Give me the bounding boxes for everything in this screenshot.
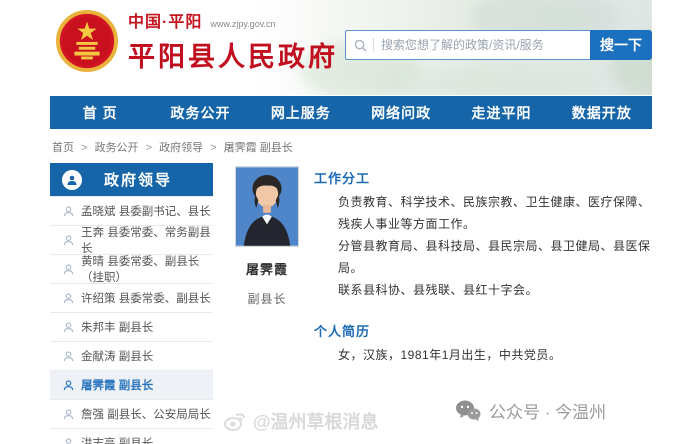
duties-paragraph: 分管县教育局、县科技局、县民宗局、县卫健局、县医保局。: [314, 235, 652, 279]
sidebar-item-label: 洪志亮 副县长: [81, 435, 153, 444]
section-heading-resume: 个人简历: [314, 321, 652, 340]
content: 政府领导 孟晓斌 县委副书记、县长 王奔 县委常委、常务副县长 黄晴 县委常委、…: [50, 163, 652, 444]
sidebar-item-label: 金献涛 副县长: [81, 348, 153, 364]
breadcrumb-current: 屠霁霞 副县长: [224, 142, 293, 154]
search-box: [345, 30, 590, 60]
photo-column: 屠霁霞 副县长: [235, 166, 299, 366]
search-input[interactable]: [381, 38, 582, 52]
duties-paragraph: 负责教育、科学技术、民族宗教、卫生健康、医疗保障、残疾人事业等方面工作。: [314, 191, 652, 235]
person-icon: [63, 206, 74, 217]
breadcrumb-separator: >: [146, 142, 152, 154]
nav-item-home[interactable]: 首 页: [50, 103, 150, 123]
site-branding: 中国·平阳 www.zjpy.gov.cn 平阳县人民政府: [56, 8, 338, 74]
nav-item-about-pingyang[interactable]: 走进平阳: [451, 103, 551, 123]
person-icon: [63, 380, 74, 391]
resume-paragraph: 女，汉族，1981年1月出生，中共党员。: [314, 344, 652, 366]
site-url: www.zjpy.gov.cn: [210, 19, 275, 29]
site-title: 平阳县人民政府: [128, 35, 338, 74]
profile-main: 屠霁霞 副县长 工作分工 负责教育、科学技术、民族宗教、卫生健康、医疗保障、残疾…: [213, 163, 652, 366]
main-nav: 首 页 政务公开 网上服务 网络问政 走进平阳 数据开放: [50, 96, 652, 129]
nav-item-gov-info[interactable]: 政务公开: [150, 103, 250, 123]
nav-item-online-service[interactable]: 网上服务: [251, 103, 351, 123]
breadcrumb-separator: >: [81, 142, 87, 154]
nav-item-open-data[interactable]: 数据开放: [552, 103, 652, 123]
breadcrumb-gov-info[interactable]: 政务公开: [95, 142, 139, 154]
sidebar-item-leader[interactable]: 孟晓斌 县委副书记、县长: [50, 196, 213, 225]
sidebar-item-leader-current[interactable]: 屠霁霞 副县长: [50, 370, 213, 399]
sidebar-header: 政府领导: [50, 163, 213, 196]
profile-info: 工作分工 负责教育、科学技术、民族宗教、卫生健康、医疗保障、残疾人事业等方面工作…: [314, 166, 652, 366]
sidebar-item-leader[interactable]: 洪志亮 副县长: [50, 428, 213, 444]
leader-name: 屠霁霞: [235, 259, 299, 278]
sidebar-item-leader[interactable]: 朱邦丰 副县长: [50, 312, 213, 341]
person-icon: [63, 351, 74, 362]
sidebar-item-label: 黄晴 县委常委、副县长（挂职）: [81, 253, 213, 285]
breadcrumb-separator: >: [210, 142, 216, 154]
sidebar-item-label: 朱邦丰 副县长: [81, 319, 153, 335]
sidebar-item-leader[interactable]: 许绍策 县委常委、副县长: [50, 283, 213, 312]
person-icon: [63, 409, 74, 420]
sidebar-gov-leaders: 政府领导 孟晓斌 县委副书记、县长 王奔 县委常委、常务副县长 黄晴 县委常委、…: [50, 163, 213, 444]
nav-item-ask-gov[interactable]: 网络问政: [351, 103, 451, 123]
sidebar-item-label: 屠霁霞 副县长: [81, 377, 153, 393]
person-icon: [63, 235, 74, 246]
sidebar-item-label: 王奔 县委常委、常务副县长: [81, 224, 213, 256]
duties-paragraph: 联系县科协、县残联、县红十字会。: [314, 279, 652, 301]
sidebar-item-leader[interactable]: 金献涛 副县长: [50, 341, 213, 370]
sidebar-item-leader[interactable]: 黄晴 县委常委、副县长（挂职）: [50, 254, 213, 283]
person-icon: [63, 293, 74, 304]
breadcrumb-home[interactable]: 首页: [52, 142, 74, 154]
sidebar-item-leader[interactable]: 王奔 县委常委、常务副县长: [50, 225, 213, 254]
section-heading-duties: 工作分工: [314, 168, 652, 187]
breadcrumb: 首页 > 政务公开 > 政府领导 > 屠霁霞 副县长: [50, 129, 652, 163]
sidebar-item-leader[interactable]: 詹强 副县长、公安局局长: [50, 399, 213, 428]
sidebar-item-label: 孟晓斌 县委副书记、县长: [81, 203, 211, 219]
site-titles: 中国·平阳 www.zjpy.gov.cn 平阳县人民政府: [128, 8, 338, 74]
site-header: 中国·平阳 www.zjpy.gov.cn 平阳县人民政府 搜一下: [50, 0, 652, 95]
sidebar-item-label: 詹强 副县长、公安局局长: [81, 406, 211, 422]
search-button[interactable]: 搜一下: [590, 30, 652, 60]
search-icon: [354, 39, 367, 52]
breadcrumb-gov-leaders[interactable]: 政府领导: [159, 142, 203, 154]
site-tagline: 中国·平阳: [128, 8, 202, 32]
leader-title: 副县长: [235, 290, 299, 307]
search-bar: 搜一下: [345, 30, 652, 60]
national-emblem-icon: [56, 10, 118, 72]
person-icon: [63, 264, 74, 275]
search-divider: [373, 38, 374, 52]
official-photo: [235, 166, 299, 247]
page: 中国·平阳 www.zjpy.gov.cn 平阳县人民政府 搜一下 首 页 政务…: [50, 0, 652, 444]
sidebar-item-label: 许绍策 县委常委、副县长: [81, 290, 211, 306]
person-icon: [63, 438, 74, 444]
leader-badge-icon: [62, 170, 82, 190]
person-icon: [63, 322, 74, 333]
sidebar-title: 政府领导: [104, 169, 172, 190]
